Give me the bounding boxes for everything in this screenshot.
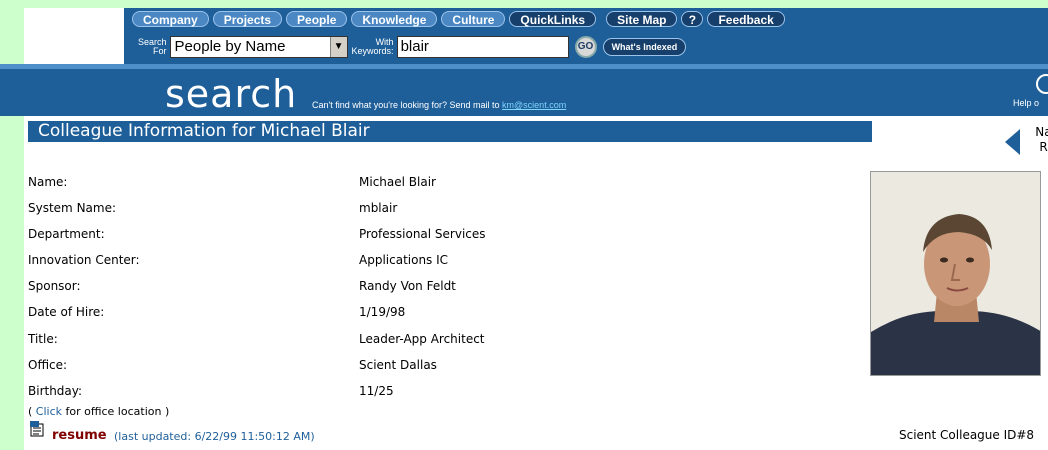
- label-innovation-center: Innovation Center:: [28, 253, 140, 267]
- banner-message-text: Can't find what you're looking for? Send…: [312, 100, 503, 110]
- office-note-prefix: (: [28, 405, 36, 418]
- value-name: Michael Blair: [359, 175, 436, 189]
- value-office: Scient Dallas: [359, 358, 437, 372]
- resume-link[interactable]: resume: [52, 428, 107, 443]
- nav-site-map[interactable]: Site Map: [606, 11, 678, 27]
- label-system-name: System Name:: [28, 201, 117, 215]
- portrait-image: [871, 172, 1040, 375]
- keywords-input[interactable]: blair: [396, 36, 569, 58]
- nav-people[interactable]: People: [286, 11, 348, 27]
- label-date-of-hire: Date of Hire:: [28, 305, 105, 319]
- email-link[interactable]: km@scient.com: [502, 100, 566, 110]
- nav-control-line1: Nav: [1035, 125, 1048, 139]
- nav-feedback[interactable]: Feedback: [707, 11, 785, 27]
- label-department: Department:: [28, 227, 105, 241]
- label-office: Office:: [28, 358, 68, 372]
- label-title: Title:: [28, 332, 58, 346]
- search-heading: search: [165, 72, 298, 116]
- search-banner: search Can't find what you're looking fo…: [0, 64, 1048, 116]
- office-location-link[interactable]: Click: [36, 405, 62, 418]
- nav-culture[interactable]: Culture: [441, 11, 506, 27]
- search-label-line2: For: [153, 46, 167, 56]
- top-navigation-bar: Company Projects People Knowledge Cultur…: [124, 8, 1048, 64]
- keywords-label: With Keywords:: [352, 38, 394, 56]
- colleague-photo: [870, 171, 1041, 376]
- with-label-line2: Keywords:: [351, 46, 394, 56]
- help-circle-icon[interactable]: [1036, 74, 1048, 94]
- logo-area: [24, 8, 124, 64]
- value-birthday: 11/25: [359, 384, 394, 398]
- resume-last-updated: (last updated: 6/22/99 11:50:12 AM): [114, 430, 315, 443]
- help-link[interactable]: Help o: [1013, 98, 1039, 108]
- value-innovation-center: Applications IC: [359, 253, 449, 267]
- nav-projects[interactable]: Projects: [212, 11, 283, 27]
- whats-indexed-button[interactable]: What's Indexed: [602, 38, 687, 56]
- office-location-note: ( Click for office location ): [28, 405, 169, 418]
- search-for-label: Search For: [138, 38, 167, 56]
- nav-control-line2: Ro: [1039, 140, 1048, 154]
- label-sponsor: Sponsor:: [28, 279, 81, 293]
- label-name: Name:: [28, 175, 68, 189]
- value-system-name: mblair: [359, 201, 398, 215]
- resume-document-icon[interactable]: [30, 421, 45, 437]
- search-form: Search For People by Name ▼ With Keyword…: [138, 32, 687, 62]
- search-type-value: People by Name: [174, 38, 286, 55]
- value-title: Leader-App Architect: [359, 332, 485, 346]
- label-birthday: Birthday:: [28, 384, 83, 398]
- banner-message: Can't find what you're looking for? Send…: [312, 100, 566, 110]
- nav-quicklinks[interactable]: QuickLinks: [509, 11, 597, 27]
- office-note-suffix: for office location ): [62, 405, 170, 418]
- nav-knowledge[interactable]: Knowledge: [351, 11, 438, 27]
- help-button[interactable]: ?: [681, 11, 704, 27]
- dropdown-arrow-icon[interactable]: ▼: [329, 37, 347, 57]
- banner-highlight: [0, 64, 1048, 69]
- page-title-bar: Colleague Information for Michael Blair: [28, 121, 872, 142]
- go-button[interactable]: GO: [574, 36, 597, 58]
- left-arrow-icon[interactable]: [1005, 129, 1020, 155]
- colleague-id: Scient Colleague ID#8: [899, 428, 1035, 442]
- nav-control-label[interactable]: Nav Ro: [1027, 125, 1048, 155]
- value-sponsor: Randy Von Feldt: [359, 279, 456, 293]
- value-department: Professional Services: [359, 227, 486, 241]
- page-title: Colleague Information for Michael Blair: [38, 121, 370, 141]
- nav-company[interactable]: Company: [132, 11, 209, 27]
- nav-row: Company Projects People Knowledge Cultur…: [132, 10, 785, 28]
- value-date-of-hire: 1/19/98: [359, 305, 406, 319]
- search-type-select[interactable]: People by Name ▼: [169, 36, 348, 58]
